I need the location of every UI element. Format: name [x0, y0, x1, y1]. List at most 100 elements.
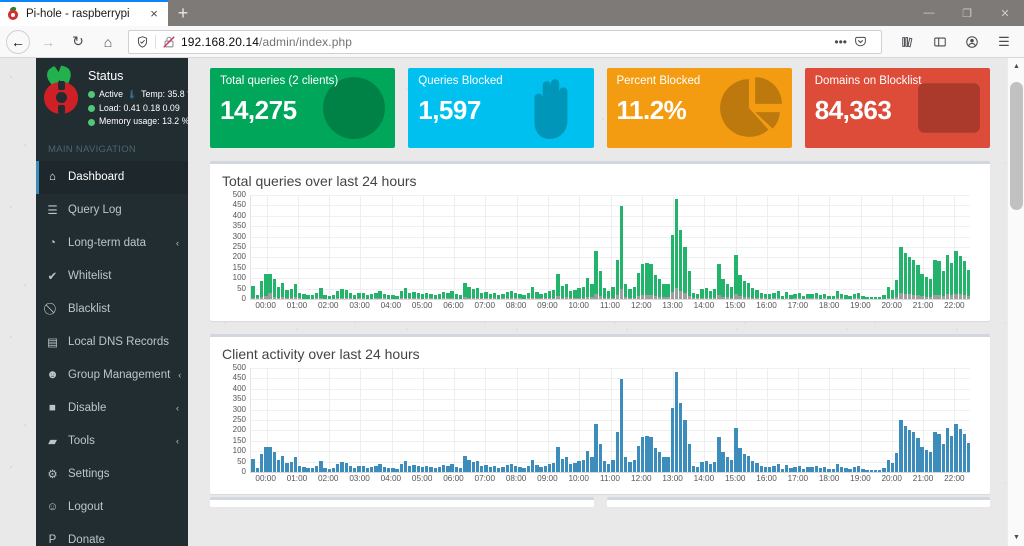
chart-bar: [484, 292, 487, 299]
panel-title: Total queries over last 24 hours: [222, 173, 978, 189]
chart-bar: [510, 464, 513, 472]
stat-card-percent-blocked[interactable]: Percent Blocked11.2%: [607, 68, 792, 148]
user-logout-icon: ☺: [45, 501, 60, 513]
chart-bar: [658, 279, 661, 299]
menu-icon[interactable]: ☰: [990, 28, 1018, 56]
x-axis-tick: 02:00: [318, 474, 339, 483]
chart-bar: [904, 426, 907, 472]
chart-bar: [721, 452, 724, 472]
sidebar-item-long-term-data[interactable]: ◔Long-term data‹: [36, 227, 188, 260]
chart-bar: [412, 292, 415, 299]
x-axis-tick: 14:00: [694, 474, 715, 483]
sidebar-item-disable[interactable]: ■Disable‹: [36, 392, 188, 425]
sidebar-item-local-dns-records[interactable]: ▤Local DNS Records: [36, 326, 188, 359]
x-axis-tick: 11:00: [600, 301, 620, 310]
url-bar[interactable]: 192.168.20.14/admin/index.php •••: [128, 30, 882, 54]
panel-client-activity: Client activity over last 24 hours 05010…: [210, 334, 990, 494]
stat-card-queries-blocked[interactable]: Queries Blocked1,597: [408, 68, 593, 148]
tab-title: Pi-hole - raspberrypi: [26, 8, 140, 20]
chart-bar: [925, 277, 928, 299]
chart-bar: [561, 286, 564, 299]
chart-bar: [645, 263, 648, 299]
nav-section-header: MAIN NAVIGATION: [36, 135, 188, 161]
scroll-down-icon[interactable]: ▼: [1008, 529, 1024, 546]
chart-bar: [628, 462, 631, 472]
lock-strikethrough-icon[interactable]: [162, 35, 176, 49]
stat-card-total-queries-2-clients-[interactable]: Total queries (2 clients)14,275: [210, 68, 395, 148]
chart-bar: [510, 291, 513, 299]
close-icon[interactable]: ×: [146, 6, 162, 22]
scrollbar-thumb[interactable]: [1010, 82, 1023, 210]
chart-bar: [679, 403, 682, 472]
reload-icon[interactable]: ↻: [64, 28, 92, 56]
chart-bar: [340, 462, 343, 472]
chart-total-queries[interactable]: 050100150200250300350400450500 00:0001:0…: [222, 195, 978, 315]
shield-icon[interactable]: [136, 35, 149, 49]
x-axis-tick: 00:00: [255, 301, 276, 310]
chart-bar: [954, 424, 957, 472]
chart-bar: [658, 452, 661, 472]
chart-bar: [777, 464, 780, 472]
chart-bar: [442, 465, 445, 472]
status-info: Status Active 🌡 Temp: 35.8 °C Load: 0.41…: [88, 67, 188, 129]
page-scrollbar[interactable]: ▲ ▼: [1007, 58, 1024, 546]
chart-bar: [467, 287, 470, 299]
paypal-icon: P: [45, 534, 60, 546]
chart-bar: [290, 289, 293, 299]
chart-bar: [281, 456, 284, 472]
library-icon[interactable]: [894, 28, 922, 56]
page-actions-icon[interactable]: •••: [834, 35, 847, 49]
chart-bar: [937, 261, 940, 299]
stat-card-value: 84,363: [815, 95, 980, 126]
sidebar-icon[interactable]: [926, 28, 954, 56]
sidebar-item-settings[interactable]: ⚙Settings: [36, 458, 188, 491]
x-axis-labels: 00:0001:0002:0003:0004:0005:0006:0007:00…: [250, 301, 970, 315]
page-viewport: Status Active 🌡 Temp: 35.8 °C Load: 0.41…: [0, 58, 1024, 546]
chart-bar: [929, 452, 932, 472]
check-circle-icon: ✔: [45, 269, 60, 283]
home-icon[interactable]: ⌂: [94, 28, 122, 56]
sidebar-item-label: Settings: [68, 468, 179, 480]
chart-bar: [607, 291, 610, 299]
chart-bar: [476, 288, 479, 299]
sidebar-item-blacklist[interactable]: ⃠Blacklist: [36, 293, 188, 326]
account-icon[interactable]: [958, 28, 986, 56]
y-axis-tick: 450: [233, 374, 246, 382]
status-line-load: Load: 0.41 0.18 0.09: [88, 102, 188, 116]
x-axis-tick: 19:00: [850, 474, 871, 483]
x-axis-tick: 10:00: [568, 301, 589, 310]
stat-card-value: 11.2%: [617, 95, 782, 126]
users-icon: ☻: [45, 369, 60, 381]
browser-tab[interactable]: Pi-hole - raspberrypi ×: [0, 0, 168, 26]
sidebar-item-logout[interactable]: ☺Logout: [36, 491, 188, 524]
chart-client-activity[interactable]: 050100150200250300350400450500 00:0001:0…: [222, 368, 978, 488]
x-axis-tick: 05:00: [412, 474, 433, 483]
y-axis-tick: 0: [242, 295, 246, 303]
sidebar-item-dashboard[interactable]: ⌂Dashboard: [36, 161, 188, 194]
x-axis-tick: 04:00: [381, 474, 402, 483]
scroll-up-icon[interactable]: ▲: [1008, 58, 1024, 75]
sidebar-item-donate[interactable]: PDonate: [36, 524, 188, 546]
x-axis-tick: 09:00: [537, 474, 558, 483]
sidebar-item-query-log[interactable]: ☰Query Log: [36, 194, 188, 227]
sidebar-item-tools[interactable]: ▰Tools‹: [36, 425, 188, 458]
pocket-icon[interactable]: [854, 35, 867, 48]
chart-bar: [633, 460, 636, 472]
sidebar-item-whitelist[interactable]: ✔Whitelist: [36, 260, 188, 293]
chart-bar: [620, 379, 623, 472]
y-axis-tick: 50: [237, 285, 246, 293]
forward-icon[interactable]: →: [34, 28, 62, 56]
back-icon[interactable]: ←: [6, 30, 30, 54]
y-axis-tick: 250: [233, 243, 246, 251]
minimize-icon[interactable]: —: [910, 0, 948, 26]
chart-bar: [887, 460, 890, 472]
sidebar-item-group-management[interactable]: ☻Group Management‹: [36, 359, 188, 392]
stat-card-label: Total queries (2 clients): [220, 75, 385, 87]
restore-icon[interactable]: ❐: [948, 0, 986, 26]
stat-card-domains-on-blocklist[interactable]: Domains on Blocklist84,363: [805, 68, 990, 148]
new-tab-button[interactable]: +: [168, 0, 198, 26]
chart-bar: [590, 457, 593, 472]
url-text[interactable]: 192.168.20.14/admin/index.php: [181, 35, 829, 49]
chart-bar: [734, 428, 737, 472]
close-window-icon[interactable]: ✕: [986, 0, 1024, 26]
